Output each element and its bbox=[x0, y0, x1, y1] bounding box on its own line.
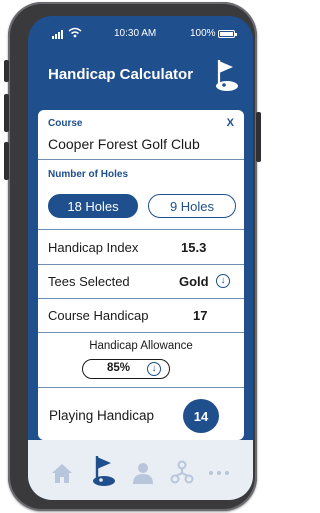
handicap-index-value[interactable]: 15.3 bbox=[181, 240, 206, 255]
app-title: Handicap Calculator bbox=[48, 66, 194, 83]
holes-18-button[interactable]: 18 Holes bbox=[48, 194, 138, 218]
home-icon[interactable] bbox=[50, 462, 74, 484]
course-label: Course bbox=[48, 118, 83, 129]
holes-9-button[interactable]: 9 Holes bbox=[148, 194, 236, 218]
status-bar: 10:30 AM 100% bbox=[28, 16, 253, 50]
tees-label: Tees Selected bbox=[48, 274, 130, 289]
course-handicap-row: Course Handicap 17 bbox=[38, 299, 244, 333]
battery-percent: 100% bbox=[190, 28, 216, 39]
bottom-nav bbox=[28, 440, 253, 500]
volume-up-button bbox=[4, 94, 9, 132]
allowance-label: Handicap Allowance bbox=[89, 340, 193, 352]
golf-flag-icon bbox=[216, 60, 238, 91]
side-button bbox=[4, 60, 9, 82]
holes-label: Number of Holes bbox=[48, 169, 129, 180]
course-handicap-label: Course Handicap bbox=[48, 308, 149, 323]
calculator-card: Course X Cooper Forest Golf Club Number … bbox=[38, 110, 244, 440]
wifi-icon bbox=[68, 27, 82, 38]
profile-icon[interactable] bbox=[132, 462, 154, 484]
power-button bbox=[256, 112, 261, 162]
playing-handicap-row: Playing Handicap 14 bbox=[38, 388, 244, 440]
handicap-index-row: Handicap Index 15.3 bbox=[38, 230, 244, 265]
golf-flag-icon[interactable] bbox=[90, 454, 116, 488]
status-time: 10:30 AM bbox=[114, 28, 157, 39]
playing-handicap-badge: 14 bbox=[183, 399, 219, 433]
app-screen: 10:30 AM 100% Handicap Calculator Course… bbox=[28, 16, 253, 500]
allowance-dropdown[interactable]: 85% ↓ bbox=[82, 359, 170, 379]
tees-value[interactable]: Gold bbox=[179, 274, 209, 289]
handicap-index-label: Handicap Index bbox=[48, 240, 139, 255]
course-handicap-value: 17 bbox=[193, 308, 208, 323]
tees-row: Tees Selected Gold ↓ bbox=[38, 265, 244, 299]
chevron-down-circle-icon[interactable]: ↓ bbox=[216, 274, 230, 288]
close-button[interactable]: X bbox=[227, 117, 234, 129]
signal-icon bbox=[52, 30, 63, 39]
playing-handicap-label: Playing Handicap bbox=[49, 408, 155, 423]
allowance-value: 85% bbox=[107, 362, 131, 374]
more-icon[interactable] bbox=[208, 470, 230, 476]
phone-frame: 10:30 AM 100% Handicap Calculator Course… bbox=[4, 2, 261, 511]
allowance-section: Handicap Allowance 85% ↓ bbox=[38, 333, 244, 388]
chevron-down-circle-icon[interactable]: ↓ bbox=[147, 361, 161, 376]
holes-section: Number of Holes 18 Holes 9 Holes bbox=[38, 160, 244, 230]
course-section: Course X Cooper Forest Golf Club bbox=[38, 110, 244, 160]
volume-down-button bbox=[4, 142, 9, 180]
network-icon[interactable] bbox=[170, 460, 194, 486]
course-name[interactable]: Cooper Forest Golf Club bbox=[48, 136, 200, 152]
battery-icon bbox=[218, 30, 237, 38]
